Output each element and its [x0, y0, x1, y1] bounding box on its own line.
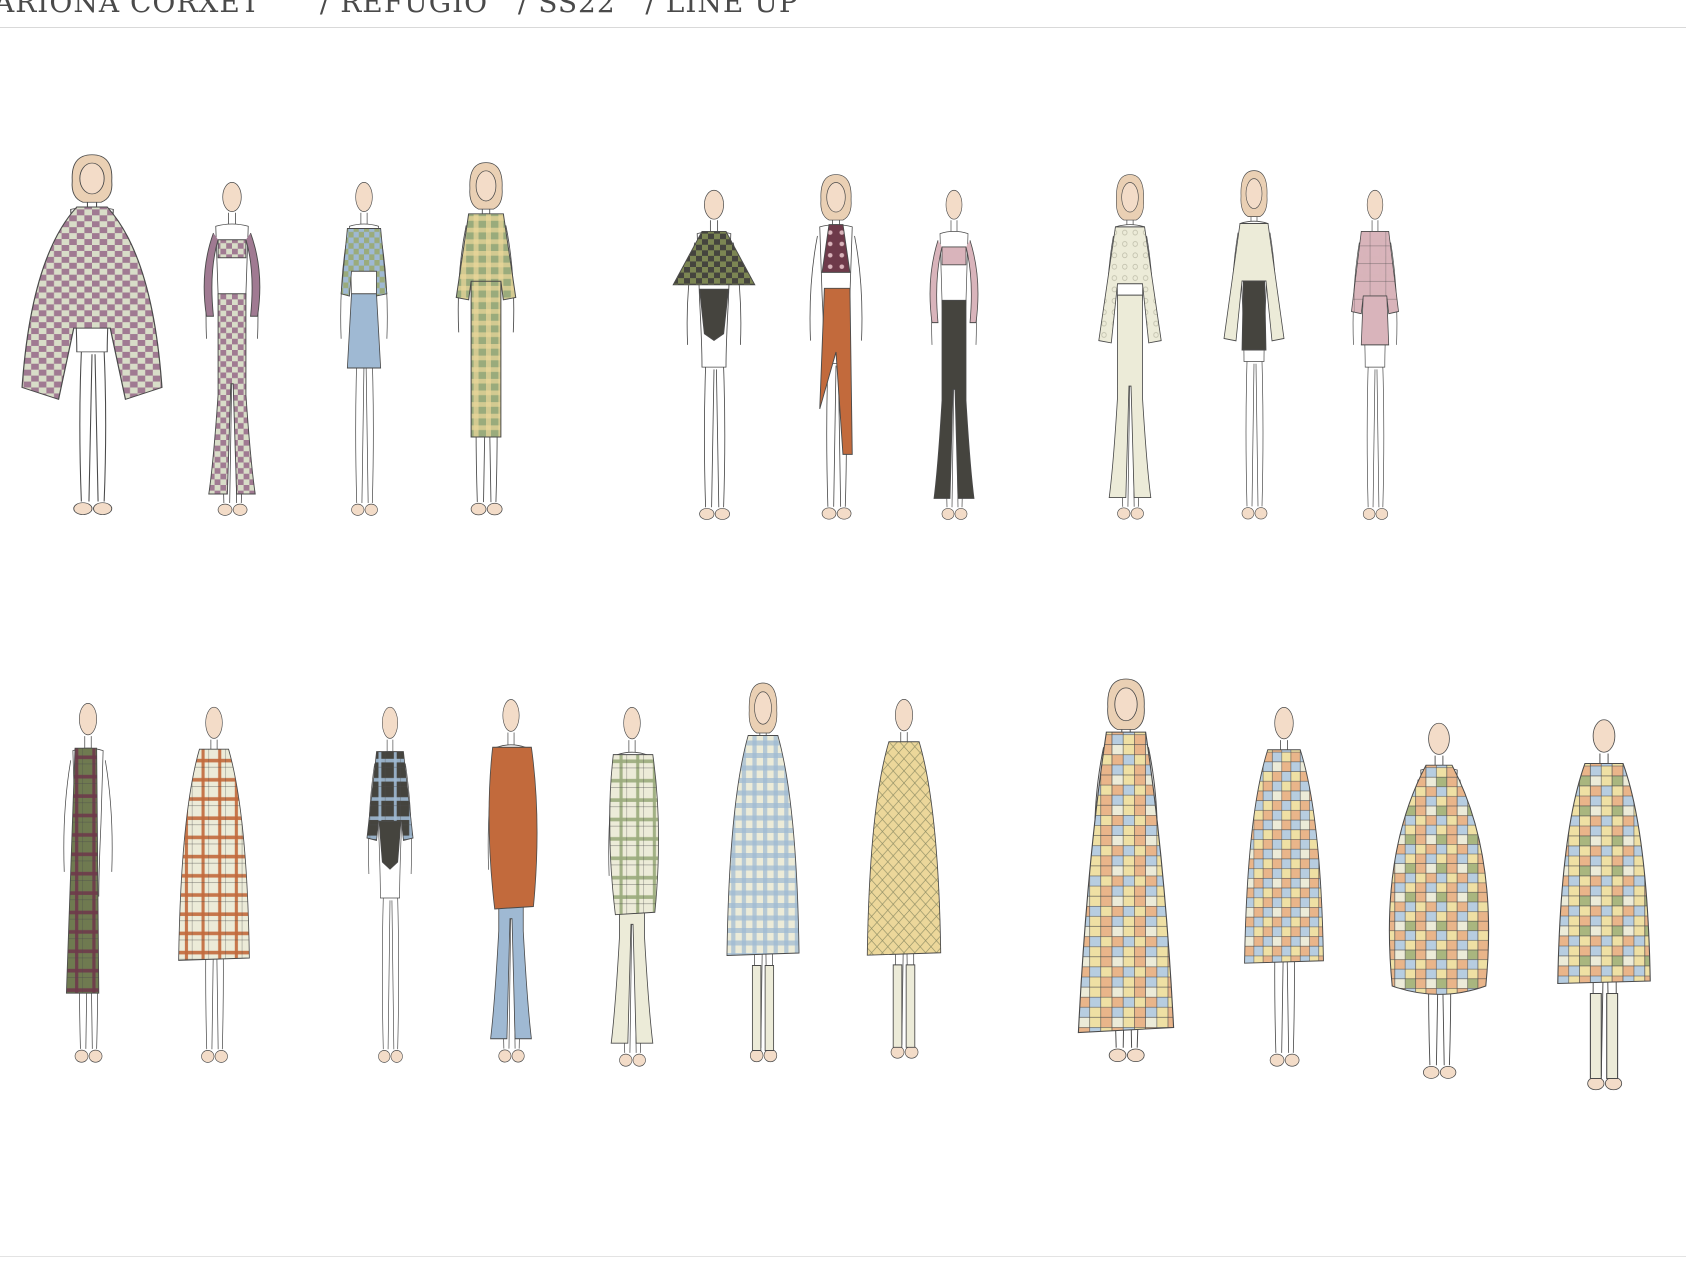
separator: /	[645, 0, 656, 19]
separator: /	[319, 0, 331, 19]
look-sketch-08	[1078, 170, 1182, 534]
look-sketch-17	[850, 686, 958, 1074]
figure-drawing	[21, 154, 163, 515]
figure-drawing	[608, 706, 659, 1067]
figure-drawing	[1077, 678, 1175, 1062]
figure-drawing	[866, 698, 942, 1059]
figure-drawing	[203, 182, 261, 516]
line-up-board	[0, 30, 1686, 1252]
footer-divider	[0, 1256, 1686, 1257]
figure-drawing	[1244, 706, 1324, 1067]
look-sketch-02	[174, 170, 290, 530]
figure-drawing	[340, 182, 388, 516]
look-sketch-04	[424, 158, 548, 530]
section-label: LINE UP	[665, 0, 799, 19]
figure-drawing	[1223, 170, 1285, 520]
look-sketch-14	[460, 686, 562, 1078]
look-sketch-13	[342, 694, 438, 1078]
figure-drawing	[455, 162, 517, 516]
look-sketch-05	[654, 178, 774, 534]
look-sketch-12	[162, 694, 266, 1078]
figure-drawing	[672, 189, 756, 520]
look-sketch-19	[1226, 694, 1342, 1082]
page-header: ARIONA CORXET / REFUGIO / SS22 / LINE UP	[0, 0, 1686, 28]
figure-drawing	[1351, 189, 1399, 520]
figure-drawing	[1388, 722, 1490, 1079]
separator: /	[517, 0, 529, 19]
look-sketch-15	[580, 694, 684, 1082]
figure-drawing	[726, 682, 800, 1063]
look-sketch-20	[1374, 710, 1504, 1094]
designer-name: ARIONA CORXET	[0, 0, 261, 19]
header-breadcrumb: ARIONA CORXET / REFUGIO / SS22 / LINE UP	[0, 0, 799, 19]
look-sketch-01	[16, 150, 168, 530]
look-sketch-06	[778, 170, 894, 534]
look-sketch-07	[904, 178, 1004, 534]
season-label: SS22	[538, 0, 616, 19]
collection-name: REFUGIO	[340, 0, 489, 19]
look-sketch-11	[34, 690, 142, 1078]
look-sketch-21	[1536, 706, 1672, 1106]
figure-drawing	[929, 189, 979, 520]
look-sketch-09	[1204, 166, 1304, 534]
figure-drawing	[487, 699, 538, 1063]
figure-drawing	[63, 702, 113, 1063]
figure-drawing	[809, 174, 863, 520]
figure-drawing	[366, 706, 414, 1063]
figure-drawing	[1098, 174, 1162, 520]
look-sketch-18	[1056, 674, 1196, 1078]
look-sketch-03	[312, 170, 416, 530]
look-sketch-16	[710, 678, 816, 1078]
figure-drawing	[178, 706, 250, 1063]
look-sketch-10	[1326, 178, 1424, 534]
figure-drawing	[1557, 719, 1651, 1091]
